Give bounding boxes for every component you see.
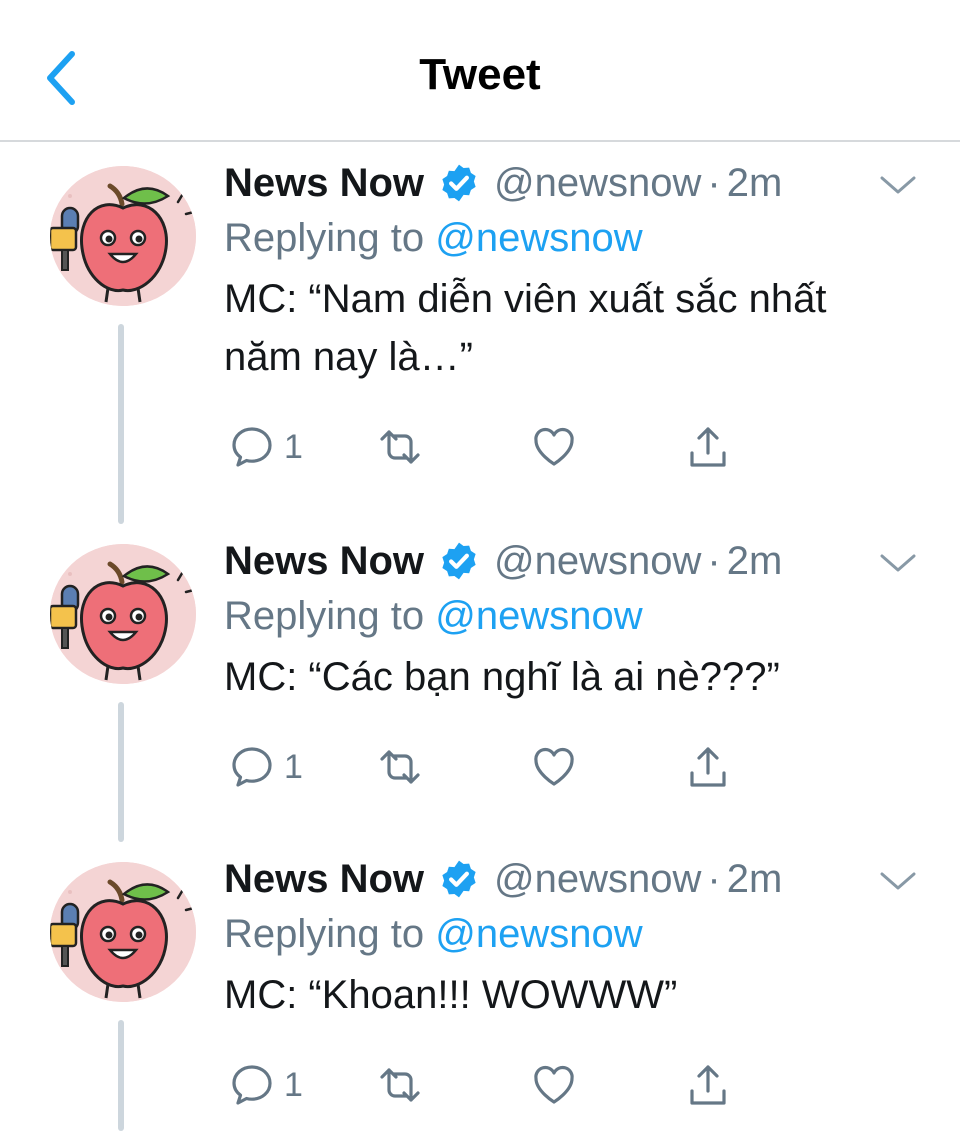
timestamp: 2m <box>726 538 783 583</box>
reply-icon <box>232 427 272 467</box>
replying-handle-link[interactable]: @newsnow <box>435 216 642 260</box>
share-button[interactable] <box>684 1058 732 1112</box>
tweet[interactable]: News Now @newsnow · 2m Replying to @news… <box>0 142 960 524</box>
author-name[interactable]: News Now <box>224 539 424 584</box>
retweet-button[interactable] <box>376 1058 424 1112</box>
share-button[interactable] <box>684 740 732 794</box>
avatar[interactable] <box>50 862 196 1002</box>
thread-line <box>118 702 124 842</box>
reply-count: 1 <box>284 427 303 466</box>
reply-icon <box>232 747 272 787</box>
nav-bar: Tweet <box>0 0 960 142</box>
like-button[interactable] <box>530 740 578 794</box>
replying-to: Replying to @newsnow <box>224 216 643 261</box>
separator-dot: · <box>707 160 721 205</box>
author-handle: @newsnow <box>494 160 702 205</box>
separator-dot: · <box>707 856 721 901</box>
share-icon <box>690 427 726 467</box>
thread-line <box>118 324 124 524</box>
like-button[interactable] <box>530 420 578 474</box>
replying-handle-link[interactable]: @newsnow <box>435 912 642 956</box>
avatar[interactable] <box>50 166 196 306</box>
retweet-icon <box>380 1068 420 1102</box>
retweet-icon <box>380 750 420 784</box>
tweet-text: MC: “Khoan!!! WOWWW” <box>224 973 678 1017</box>
reply-button[interactable]: 1 <box>228 1058 303 1112</box>
share-icon <box>690 747 726 787</box>
page-title: Tweet <box>419 50 541 99</box>
author-name[interactable]: News Now <box>224 161 424 206</box>
avatar[interactable] <box>50 544 196 684</box>
author-name[interactable]: News Now <box>224 857 424 902</box>
tweet-header: News Now @newsnow · 2m <box>224 856 782 902</box>
reply-button[interactable]: 1 <box>228 420 303 474</box>
replying-to: Replying to @newsnow <box>224 912 643 957</box>
author-handle: @newsnow <box>494 538 702 583</box>
tweet-text: MC: “Nam diễn viên xuất sắc nhất năm nay… <box>224 277 827 379</box>
separator-dot: · <box>707 538 721 583</box>
heart-icon <box>534 1065 574 1104</box>
heart-icon <box>534 427 574 466</box>
tweet-header: News Now @newsnow · 2m <box>224 160 782 206</box>
tweet-menu-button[interactable] <box>876 170 920 200</box>
tweet-text: MC: “Các bạn nghĩ là ai nè???” <box>224 655 780 699</box>
retweet-icon <box>380 430 420 464</box>
heart-icon <box>534 747 574 786</box>
timestamp: 2m <box>726 856 783 901</box>
reply-button[interactable]: 1 <box>228 740 303 794</box>
replying-to: Replying to @newsnow <box>224 594 643 639</box>
share-button[interactable] <box>684 420 732 474</box>
replying-prefix: Replying to <box>224 594 425 638</box>
tweet[interactable]: News Now @newsnow · 2m Replying to @news… <box>0 838 960 1131</box>
timestamp: 2m <box>726 160 783 205</box>
replying-prefix: Replying to <box>224 216 425 260</box>
tweet-menu-button[interactable] <box>876 866 920 896</box>
thread-line <box>118 1020 124 1131</box>
share-icon <box>690 1065 726 1105</box>
reply-icon <box>232 1065 272 1105</box>
verified-badge-icon <box>442 860 476 898</box>
retweet-button[interactable] <box>376 740 424 794</box>
reply-count: 1 <box>284 1065 303 1104</box>
replying-prefix: Replying to <box>224 912 425 956</box>
author-handle: @newsnow <box>494 856 702 901</box>
verified-badge-icon <box>442 164 476 202</box>
tweet[interactable]: News Now @newsnow · 2m Replying to @news… <box>0 520 960 842</box>
retweet-button[interactable] <box>376 420 424 474</box>
chevron-down-icon <box>880 872 916 890</box>
chevron-down-icon <box>880 554 916 572</box>
reply-count: 1 <box>284 747 303 786</box>
replying-handle-link[interactable]: @newsnow <box>435 594 642 638</box>
verified-badge-icon <box>442 542 476 580</box>
tweet-menu-button[interactable] <box>876 548 920 578</box>
chevron-down-icon <box>880 176 916 194</box>
tweet-header: News Now @newsnow · 2m <box>224 538 782 584</box>
like-button[interactable] <box>530 1058 578 1112</box>
